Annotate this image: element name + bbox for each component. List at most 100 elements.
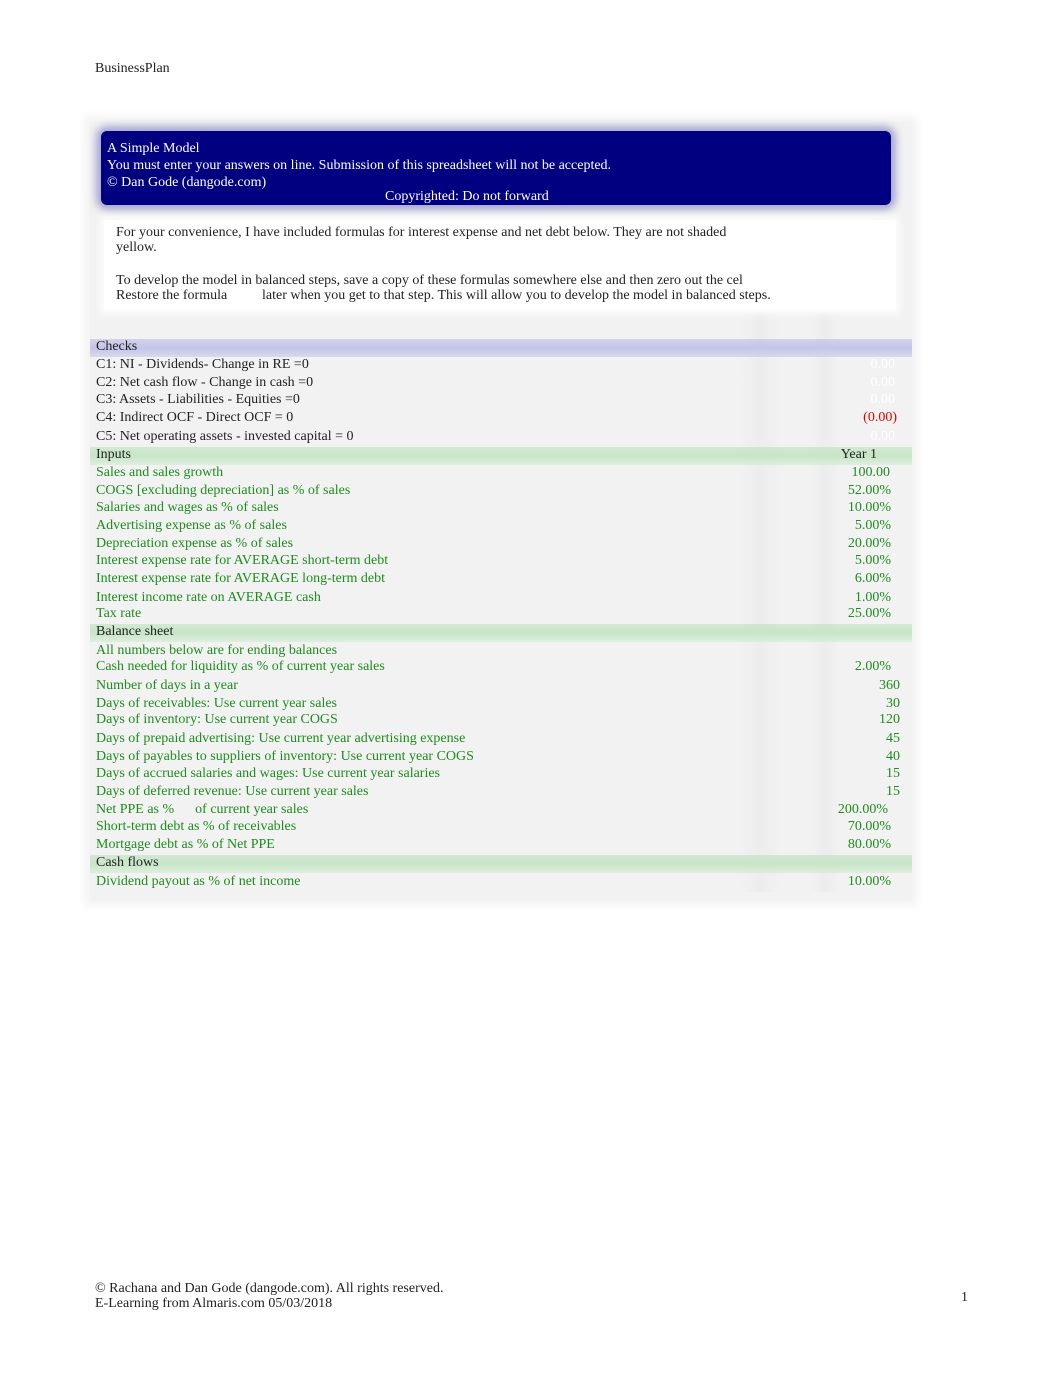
input-label: Days of deferred revenue: Use current ye… — [96, 784, 369, 799]
input-row[interactable]: Depreciation expense as % of sales 20.00… — [90, 536, 912, 554]
input-label: COGS [excluding depreciation] as % of sa… — [96, 483, 351, 498]
check-value: 0.00 — [870, 392, 896, 407]
check-row[interactable]: C4: Indirect OCF - Direct OCF = 0 (0.00) — [90, 410, 912, 428]
check-value-negative: (0.00) — [863, 410, 897, 425]
input-value[interactable]: 5.00% — [855, 553, 891, 569]
input-value[interactable]: 40 — [886, 749, 900, 765]
input-value[interactable]: 6.00% — [855, 571, 891, 587]
instruction-note: For your convenience, I have included fo… — [104, 220, 896, 310]
spreadsheet-area: A Simple Model You must enter your answe… — [90, 122, 912, 900]
check-label: C2: Net cash flow - Change in cash =0 — [96, 375, 314, 390]
check-label: C3: Assets - Liabilities - Equities =0 — [96, 392, 300, 407]
input-row[interactable]: Sales and sales growth 100.00 — [90, 465, 912, 483]
input-label: Sales and sales growth — [96, 465, 224, 480]
input-row[interactable]: Days of payables to suppliers of invento… — [90, 749, 912, 767]
input-value[interactable]: 20.00% — [848, 536, 891, 552]
footer-elearning: E-Learning from Almaris.com 05/03/2018 — [95, 1296, 333, 1311]
input-row[interactable]: Interest expense rate for AVERAGE short-… — [90, 553, 912, 571]
input-row[interactable]: Number of days in a year 360 — [90, 678, 912, 696]
footer-copyright: © Rachana and Dan Gode (dangode.com). Al… — [95, 1281, 444, 1296]
note-line: For your convenience, I have included fo… — [116, 225, 727, 240]
banner-notice: You must enter your answers on line. Sub… — [107, 158, 612, 173]
check-row[interactable]: C2: Net cash flow - Change in cash =0 0.… — [90, 375, 912, 393]
input-row[interactable]: Salaries and wages as % of sales 10.00% — [90, 500, 912, 518]
check-label: C1: NI - Dividends- Change in RE =0 — [96, 357, 309, 372]
banner-title: A Simple Model — [107, 141, 200, 156]
input-label: Mortgage debt as % of Net PPE — [96, 837, 275, 852]
check-row[interactable]: C1: NI - Dividends- Change in RE =0 0.00 — [90, 357, 912, 375]
section-title: Inputs — [96, 447, 131, 462]
input-value[interactable]: 52.00% — [848, 483, 891, 499]
input-label: Short-term debt as % of receivables — [96, 819, 297, 834]
input-value[interactable]: 80.00% — [848, 837, 891, 853]
check-value: 0.00 — [870, 375, 896, 390]
input-label: Interest income rate on AVERAGE cash — [96, 590, 321, 605]
note-line: later when you get to that step. This wi… — [262, 288, 771, 303]
page-number: 1 — [961, 1290, 968, 1305]
input-label: Days of payables to suppliers of invento… — [96, 749, 474, 764]
check-row[interactable]: C3: Assets - Liabilities - Equities =0 0… — [90, 392, 912, 410]
input-row[interactable]: COGS [excluding depreciation] as % of sa… — [90, 483, 912, 501]
input-label: Days of accrued salaries and wages: Use … — [96, 766, 441, 781]
input-value[interactable]: 2.00% — [855, 659, 891, 675]
banner-copyright: Copyrighted: Do not forward — [385, 189, 549, 204]
input-row[interactable]: Tax rate 25.00% — [90, 606, 912, 624]
input-value[interactable]: 1.00% — [855, 590, 891, 606]
input-label: Interest expense rate for AVERAGE short-… — [96, 553, 389, 568]
title-banner: A Simple Model You must enter your answe… — [101, 131, 891, 205]
page-header-title: BusinessPlan — [95, 61, 170, 76]
input-label: Days of inventory: Use current year COGS — [96, 712, 338, 727]
input-row[interactable]: Days of deferred revenue: Use current ye… — [90, 784, 912, 802]
input-label: Dividend payout as % of net income — [96, 874, 301, 889]
input-value[interactable]: 10.00% — [848, 500, 891, 516]
input-row[interactable]: Days of prepaid advertising: Use current… — [90, 731, 912, 749]
check-label: C5: Net operating assets - invested capi… — [96, 429, 354, 444]
check-row[interactable]: C5: Net operating assets - invested capi… — [90, 429, 912, 447]
input-value[interactable]: 45 — [886, 731, 900, 747]
input-row[interactable]: Dividend payout as % of net income 10.00… — [90, 874, 912, 892]
input-row[interactable]: Cash needed for liquidity as % of curren… — [90, 659, 912, 677]
input-row[interactable]: Interest expense rate for AVERAGE long-t… — [90, 571, 912, 589]
input-value[interactable]: 100.00 — [852, 465, 891, 481]
input-value[interactable]: 70.00% — [848, 819, 891, 835]
input-label: Days of prepaid advertising: Use current… — [96, 731, 466, 746]
section-header-checks: Checks — [90, 339, 912, 357]
input-label: Days of receivables: Use current year sa… — [96, 696, 338, 711]
input-value[interactable]: 15 — [886, 784, 900, 800]
input-row[interactable]: Mortgage debt as % of Net PPE 80.00% — [90, 837, 912, 855]
input-label: Salaries and wages as % of sales — [96, 500, 279, 515]
input-label: Cash needed for liquidity as % of curren… — [96, 659, 385, 674]
input-value[interactable]: 10.00% — [848, 874, 891, 890]
check-value: 0.00 — [870, 429, 896, 444]
input-label: Interest expense rate for AVERAGE long-t… — [96, 571, 385, 586]
input-value[interactable]: 360 — [879, 678, 900, 694]
section-header-inputs: Inputs Year 1 — [90, 447, 912, 465]
section-title: Balance sheet — [96, 624, 174, 639]
note-line: Restore the formula — [116, 288, 228, 303]
input-label: Depreciation expense as % of sales — [96, 536, 294, 551]
check-value: 0.00 — [870, 357, 896, 372]
note-line: yellow. — [116, 240, 157, 255]
subheading-label: All numbers below are for ending balance… — [96, 643, 338, 658]
input-row[interactable]: Advertising expense as % of sales 5.00% — [90, 518, 912, 536]
input-label: Tax rate — [96, 606, 142, 621]
banner-author: © Dan Gode (dangode.com) — [107, 175, 267, 190]
input-label: Net PPE as % of current year sales — [96, 802, 309, 817]
input-row[interactable]: Short-term debt as % of receivables 70.0… — [90, 819, 912, 837]
input-label: Number of days in a year — [96, 678, 238, 693]
input-row[interactable]: Days of accrued salaries and wages: Use … — [90, 766, 912, 784]
input-value[interactable]: 25.00% — [848, 606, 891, 622]
input-value[interactable]: 200.00% — [838, 802, 888, 818]
input-value[interactable]: 15 — [886, 766, 900, 782]
input-value[interactable]: 120 — [879, 712, 900, 728]
section-header-balance-sheet: Balance sheet — [90, 624, 912, 642]
section-header-cash-flows: Cash flows — [90, 855, 912, 873]
section-title: Cash flows — [96, 855, 159, 870]
note-line: To develop the model in balanced steps, … — [116, 273, 743, 288]
input-row[interactable]: Days of inventory: Use current year COGS… — [90, 712, 912, 730]
input-row[interactable]: Net PPE as % of current year sales 200.0… — [90, 802, 912, 820]
check-label: C4: Indirect OCF - Direct OCF = 0 — [96, 410, 294, 425]
input-value[interactable]: 5.00% — [855, 518, 891, 534]
input-label: Advertising expense as % of sales — [96, 518, 287, 533]
input-value[interactable]: 30 — [886, 696, 900, 712]
